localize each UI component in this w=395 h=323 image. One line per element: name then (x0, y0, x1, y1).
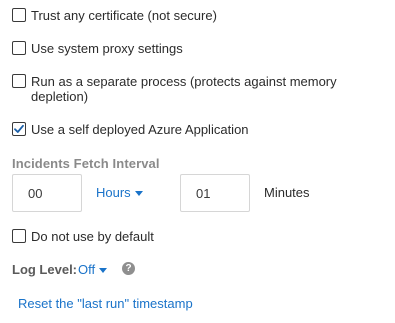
separate-process-checkbox[interactable] (12, 74, 26, 88)
not-default-checkbox[interactable] (12, 229, 26, 243)
chevron-down-icon (99, 267, 108, 273)
integration-settings-panel: Trust any certificate (not secure) Use s… (0, 0, 395, 323)
trust-certificate-option[interactable]: Trust any certificate (not secure) (12, 8, 217, 23)
hours-input[interactable] (12, 174, 82, 212)
log-level-label: Log Level: (12, 262, 78, 277)
minutes-input[interactable] (180, 174, 250, 212)
help-icon[interactable]: ? (122, 262, 135, 275)
reset-last-run-link[interactable]: Reset the "last run" timestamp (18, 296, 193, 311)
trust-certificate-label: Trust any certificate (not secure) (31, 8, 217, 23)
minutes-unit-label: Minutes (264, 185, 310, 200)
system-proxy-checkbox[interactable] (12, 41, 26, 55)
separate-process-label: Run as a separate process (protects agai… (31, 74, 337, 104)
log-level-value: Off (78, 262, 96, 277)
system-proxy-option[interactable]: Use system proxy settings (12, 41, 183, 56)
azure-app-option[interactable]: Use a self deployed Azure Application (12, 122, 249, 137)
trust-certificate-checkbox[interactable] (12, 8, 26, 22)
azure-app-label: Use a self deployed Azure Application (31, 122, 249, 137)
chevron-down-icon (134, 190, 143, 196)
not-default-option[interactable]: Do not use by default (12, 229, 154, 244)
system-proxy-label: Use system proxy settings (31, 41, 183, 56)
hours-unit-dropdown[interactable]: Hours (96, 185, 143, 200)
hours-unit-label: Hours (96, 185, 131, 200)
checkmark-icon (14, 124, 24, 133)
not-default-label: Do not use by default (31, 229, 154, 244)
log-level-dropdown[interactable]: Off (78, 262, 108, 277)
fetch-interval-label: Incidents Fetch Interval (12, 156, 160, 171)
azure-app-checkbox[interactable] (12, 122, 26, 136)
separate-process-option[interactable]: Run as a separate process (protects agai… (12, 74, 362, 104)
